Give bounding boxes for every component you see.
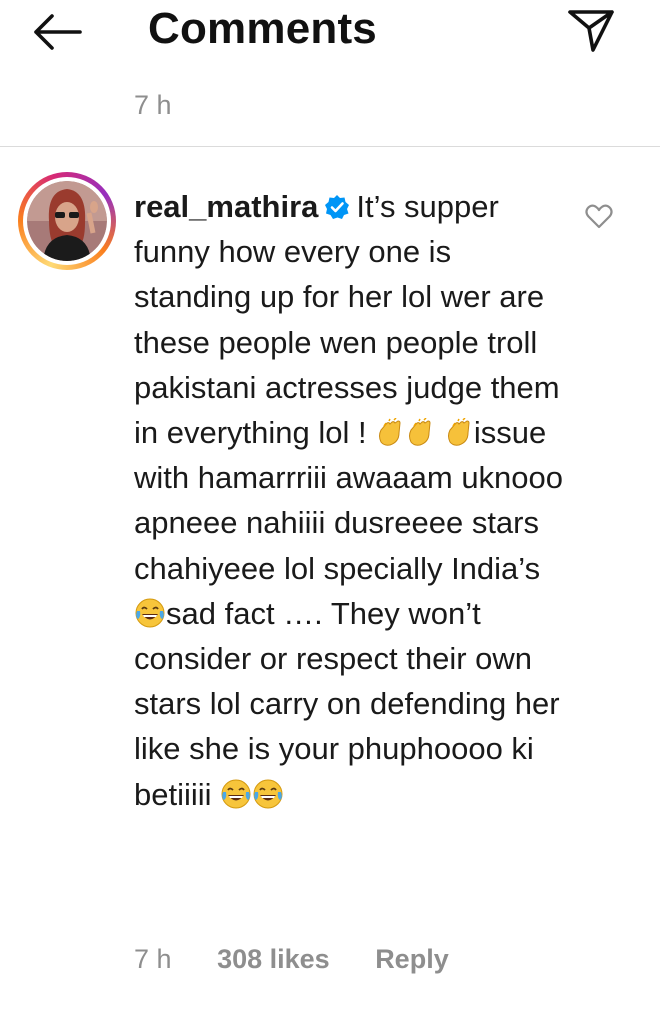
clapping-hands-icon: [409, 418, 431, 446]
avatar[interactable]: [18, 172, 116, 270]
laughing-tears-icon: [253, 779, 283, 809]
paper-plane-icon[interactable]: [565, 6, 617, 54]
laughing-tears-icon: [221, 779, 251, 809]
comment-timestamp: 7 h: [134, 944, 172, 974]
reply-button[interactable]: Reply: [375, 944, 449, 974]
heart-outline-icon[interactable]: [585, 203, 613, 229]
avatar-border: [23, 177, 111, 265]
clapping-hands-icon: [447, 418, 470, 446]
arrow-left-icon[interactable]: [30, 12, 84, 52]
profile-photo: [27, 181, 107, 261]
comment-username[interactable]: real_mathira: [134, 189, 318, 224]
like-count[interactable]: 308 likes: [217, 944, 330, 974]
clapping-hands-icon: [379, 418, 401, 446]
comment-text-part-1: It’s supper funny how every one is stand…: [134, 189, 560, 451]
post-timestamp: 7 h: [134, 90, 172, 120]
comment-text-part-3: sad fact …. They won’t consider or respe…: [134, 595, 560, 812]
comment-meta: 7 h 308 likes Reply: [134, 944, 487, 975]
divider: [0, 146, 660, 147]
verified-badge-icon: [325, 195, 350, 219]
top-bar: Comments: [0, 0, 660, 72]
comment-body: real_mathira It’s supper funny how every…: [134, 184, 574, 817]
page-title: Comments: [148, 4, 377, 53]
laughing-tears-icon: [135, 598, 165, 628]
